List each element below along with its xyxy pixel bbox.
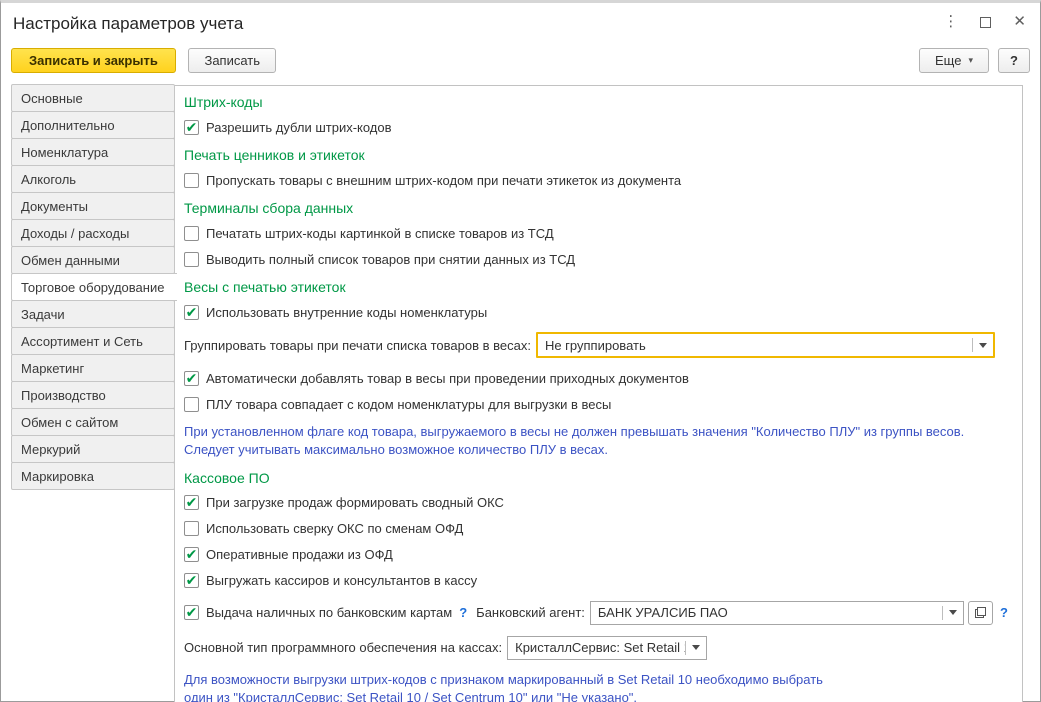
pos-software-select[interactable]: КристаллСервис: Set Retail 10 / Set Cent… [507, 636, 707, 660]
grouping-field-label: Группировать товары при печати списка то… [184, 338, 531, 353]
toolbar-right: Еще ▾ ? [919, 48, 1030, 73]
bank-agent-help-link[interactable]: ? [1000, 605, 1008, 620]
bank-agent-value[interactable]: БАНК УРАЛСИБ ПАО [591, 602, 942, 624]
save-button[interactable]: Записать [188, 48, 276, 73]
checkbox-label[interactable]: Использовать внутренние коды номенклатур… [206, 305, 487, 320]
checkbox-label[interactable]: Разрешить дубли штрих-кодов [206, 120, 392, 135]
dropdown-arrow-glyph [979, 343, 987, 348]
checkbox-oks-ofd-check[interactable]: Использовать сверку ОКС по сменам ОФД [184, 520, 1008, 538]
checkbox-box[interactable]: ✔ [184, 495, 199, 510]
section-header-barcodes: Штрих-коды [184, 94, 1008, 110]
window-controls: ⋮ ✕ [943, 14, 1026, 30]
chevron-down-icon: ▾ [968, 55, 973, 66]
sidebar-item-markirovka[interactable]: Маркировка [11, 462, 175, 490]
maximize-icon[interactable] [980, 14, 991, 30]
sidebar-item-proizvodstvo[interactable]: Производство [11, 381, 175, 409]
sidebar-item-zadachi[interactable]: Задачи [11, 300, 175, 328]
checkbox-plu-matches-code[interactable]: ПЛУ товара совпадает с кодом номенклатур… [184, 395, 1008, 413]
dropdown-arrow-icon[interactable] [943, 602, 963, 624]
checkbox-box[interactable]: ✔ [184, 573, 199, 588]
checkbox-box[interactable]: ✔ [184, 305, 199, 320]
checkbox-box[interactable]: ✔ [184, 547, 199, 562]
sidebar-item-obmen-s-saytom[interactable]: Обмен с сайтом [11, 408, 175, 436]
grouping-field-row: Группировать товары при печати списка то… [184, 332, 1008, 358]
sidebar-item-dokhody-raskhody[interactable]: Доходы / расходы [11, 219, 175, 247]
checkbox-box[interactable]: ✔ [184, 120, 199, 135]
checkbox-box[interactable] [184, 173, 199, 188]
checkbox-label[interactable]: Печатать штрих-коды картинкой в списке т… [206, 226, 554, 241]
checkbox-operative-sales-ofd[interactable]: ✔ Оперативные продажи из ОФД [184, 546, 1008, 564]
checkbox-full-tsd-list[interactable]: Выводить полный список товаров при сняти… [184, 250, 1008, 268]
section-header-scales: Весы с печатью этикеток [184, 279, 1008, 295]
checkbox-label[interactable]: Выгружать кассиров и консультантов в кас… [206, 573, 477, 588]
help-button[interactable]: ? [998, 48, 1030, 73]
dropdown-arrow-icon[interactable] [973, 334, 993, 356]
checkbox-skip-external-barcode[interactable]: Пропускать товары с внешним штрих-кодом … [184, 171, 1008, 189]
open-form-icon [975, 607, 986, 618]
checkbox-label[interactable]: Выдача наличных по банковским картам [206, 605, 452, 620]
page-title: Настройка параметров учета [13, 14, 243, 34]
maximize-glyph [980, 17, 991, 28]
settings-panel: Штрих-коды ✔ Разрешить дубли штрих-кодов… [174, 85, 1023, 702]
checkbox-label[interactable]: Использовать сверку ОКС по сменам ОФД [206, 521, 463, 536]
checkbox-print-barcode-image[interactable]: Печатать штрих-коды картинкой в списке т… [184, 224, 1008, 242]
sidebar-item-marketing[interactable]: Маркетинг [11, 354, 175, 382]
checkbox-label[interactable]: При загрузке продаж формировать сводный … [206, 495, 504, 510]
dropdown-arrow-icon[interactable] [686, 637, 706, 659]
dropdown-arrow-glyph [692, 645, 700, 650]
section-header-labels-printing: Печать ценников и этикеток [184, 147, 1008, 163]
checkbox-box[interactable] [184, 521, 199, 536]
section-header-pos-software: Кассовое ПО [184, 470, 1008, 486]
sidebar-item-dokumenty[interactable]: Документы [11, 192, 175, 220]
bank-agent-row: ✔ Выдача наличных по банковским картам ?… [184, 601, 1008, 625]
checkbox-label[interactable]: Выводить полный список товаров при сняти… [206, 252, 575, 267]
more-button[interactable]: Еще ▾ [919, 48, 989, 73]
sidebar-tabs: Основные Дополнительно Номенклатура Алко… [11, 85, 175, 490]
checkbox-box[interactable] [184, 397, 199, 412]
toolbar: Записать и закрыть Записать Еще ▾ ? [11, 48, 1030, 74]
pos-software-label: Основной тип программного обеспечения на… [184, 640, 502, 655]
grouping-select[interactable]: Не группировать [536, 332, 995, 358]
sidebar-item-alkogol[interactable]: Алкоголь [11, 165, 175, 193]
checkbox-unload-cashiers[interactable]: ✔ Выгружать кассиров и консультантов в к… [184, 572, 1008, 590]
set-retail-note: Для возможности выгрузки штрих-кодов с п… [184, 671, 844, 702]
sidebar-item-torgovoe-oborudovanie[interactable]: Торговое оборудование [11, 273, 177, 301]
bank-agent-field[interactable]: БАНК УРАЛСИБ ПАО [590, 601, 964, 625]
checkbox-allow-barcode-duplicates[interactable]: ✔ Разрешить дубли штрих-кодов [184, 118, 1008, 136]
sidebar-item-osnovnye[interactable]: Основные [11, 84, 175, 112]
sidebar-item-nomenklatura[interactable]: Номенклатура [11, 138, 175, 166]
sidebar-item-merkuriy[interactable]: Меркурий [11, 435, 175, 463]
window-menu-icon[interactable]: ⋮ [943, 14, 958, 30]
cash-withdrawal-help-link[interactable]: ? [459, 605, 467, 620]
more-button-label: Еще [935, 53, 961, 68]
grouping-select-value[interactable]: Не группировать [538, 334, 972, 356]
pos-software-row: Основной тип программного обеспечения на… [184, 636, 1008, 660]
dropdown-arrow-glyph [949, 610, 957, 615]
checkbox-internal-codes[interactable]: ✔ Использовать внутренние коды номенклат… [184, 303, 1008, 321]
section-header-data-terminals: Терминалы сбора данных [184, 200, 1008, 216]
checkbox-label[interactable]: ПЛУ товара совпадает с кодом номенклатур… [206, 397, 611, 412]
checkbox-box[interactable] [184, 252, 199, 267]
pos-software-value[interactable]: КристаллСервис: Set Retail 10 / Set Cent… [508, 637, 685, 659]
checkbox-box[interactable] [184, 226, 199, 241]
checkbox-label[interactable]: Пропускать товары с внешним штрих-кодом … [206, 173, 681, 188]
bank-agent-label: Банковский агент: [476, 605, 585, 620]
checkbox-box[interactable]: ✔ [184, 371, 199, 386]
checkbox-auto-add-to-scales[interactable]: ✔ Автоматически добавлять товар в весы п… [184, 369, 1008, 387]
save-and-close-button[interactable]: Записать и закрыть [11, 48, 176, 73]
close-icon[interactable]: ✕ [1013, 14, 1026, 30]
checkbox-summary-oks[interactable]: ✔ При загрузке продаж формировать сводны… [184, 494, 1008, 512]
checkbox-label[interactable]: Оперативные продажи из ОФД [206, 547, 393, 562]
checkbox-label[interactable]: Автоматически добавлять товар в весы при… [206, 371, 689, 386]
sidebar-item-dopolnitelno[interactable]: Дополнительно [11, 111, 175, 139]
sidebar-item-obmen-dannymi[interactable]: Обмен данными [11, 246, 175, 274]
open-form-button[interactable] [968, 601, 993, 625]
scales-note: При установленном флаге код товара, выгр… [184, 423, 1008, 459]
settings-window: Настройка параметров учета ⋮ ✕ Записать … [0, 0, 1041, 702]
titlebar: Настройка параметров учета ⋮ ✕ [1, 6, 1040, 44]
checkbox-cash-withdrawal[interactable]: ✔ [184, 605, 199, 620]
sidebar-item-assortiment-i-set[interactable]: Ассортимент и Сеть [11, 327, 175, 355]
